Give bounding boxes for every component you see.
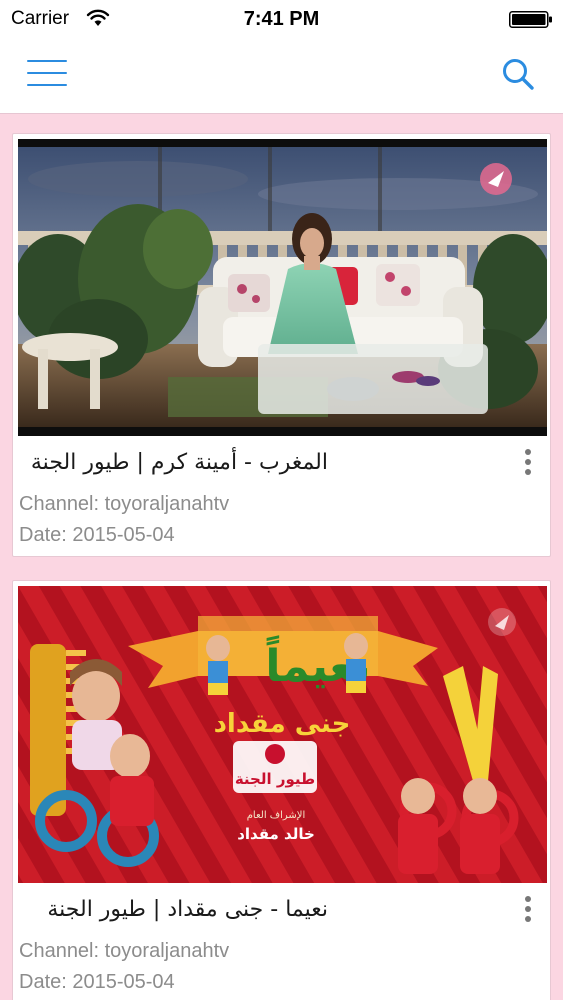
more-options-icon[interactable] — [522, 447, 534, 477]
video-thumbnail[interactable]: نعيماً جنى مقداد طيور الجنة الإشراف العا… — [18, 586, 547, 883]
video-title[interactable]: المغرب - أمينة كرم | طيور الجنة — [31, 450, 328, 475]
poster-credit-name: خالد مقداد — [237, 825, 315, 843]
search-icon[interactable] — [500, 56, 536, 92]
more-options-icon[interactable] — [522, 894, 534, 924]
video-thumbnail[interactable] — [18, 139, 547, 436]
video-card[interactable]: نعيماً جنى مقداد طيور الجنة الإشراف العا… — [12, 580, 551, 1000]
poster-credit-label: الإشراف العام — [247, 810, 306, 821]
video-channel: Channel: toyoraljanahtv — [19, 940, 230, 962]
poster-subtitle: جنى مقداد — [214, 709, 351, 739]
status-time: 7:41 PM — [243, 8, 320, 30]
video-card[interactable]: المغرب - أمينة كرم | طيور الجنة Channel:… — [12, 133, 551, 557]
video-date: Date: 2015-05-04 — [19, 971, 175, 993]
video-feed[interactable]: المغرب - أمينة كرم | طيور الجنة Channel:… — [0, 114, 563, 1000]
status-bar: Carrier 7:41 PM — [0, 0, 563, 38]
navigation-bar — [0, 38, 563, 114]
hamburger-menu-icon[interactable] — [27, 58, 67, 88]
video-channel: Channel: toyoraljanahtv — [19, 493, 230, 515]
video-date: Date: 2015-05-04 — [19, 524, 175, 546]
battery-icon — [509, 11, 552, 28]
video-title[interactable]: نعيما - جنى مقداد | طيور الجنة — [47, 897, 328, 922]
poster-logo: طيور الجنة — [235, 770, 315, 788]
